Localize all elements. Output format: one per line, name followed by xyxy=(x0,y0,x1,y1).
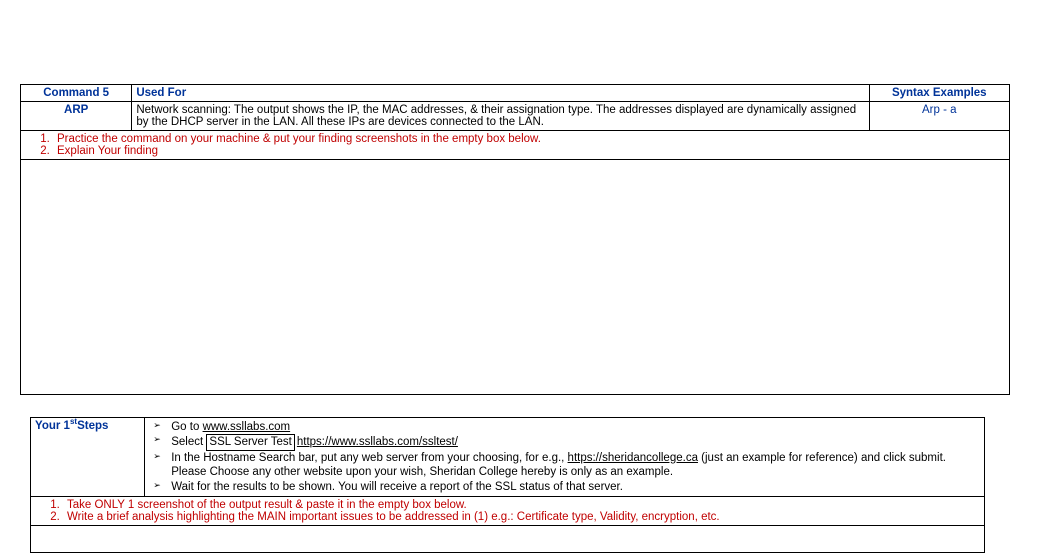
step-item: Select SSL Server Testhttps://www.ssllab… xyxy=(149,434,980,450)
step-item: Go to www.ssllabs.com xyxy=(149,420,980,434)
cell-command-name: ARP xyxy=(21,102,132,131)
table-header-row: Command 5 Used For Syntax Examples xyxy=(21,85,1010,102)
link-ssllabs[interactable]: www.ssllabs.com xyxy=(203,421,291,433)
link-sheridan[interactable]: https://sheridancollege.ca xyxy=(568,452,698,464)
table-row-instructions: Practice the command on your machine & p… xyxy=(21,131,1010,160)
instruction-item: Take ONLY 1 screenshot of the output res… xyxy=(63,499,980,511)
table-row: Your 1stSteps Go to www.ssllabs.com Sele… xyxy=(31,418,985,497)
instruction-item: Write a brief analysis highlighting the … xyxy=(63,511,980,523)
cell-instructions: Practice the command on your machine & p… xyxy=(21,131,1010,160)
cell-steps-body: Go to www.ssllabs.com Select SSL Server … xyxy=(145,418,985,497)
table-row-empty xyxy=(31,525,985,552)
instruction-item: Explain Your finding xyxy=(53,145,1005,157)
steps-list: Go to www.ssllabs.com Select SSL Server … xyxy=(149,420,980,494)
table-row-instructions: Take ONLY 1 screenshot of the output res… xyxy=(31,496,985,525)
link-ssltest[interactable]: https://www.ssllabs.com/ssltest/ xyxy=(297,436,458,448)
cell-instructions: Take ONLY 1 screenshot of the output res… xyxy=(31,496,985,525)
empty-answer-box[interactable] xyxy=(21,160,1010,395)
instruction-list: Practice the command on your machine & p… xyxy=(25,133,1005,157)
header-command: Command 5 xyxy=(21,85,132,102)
step-item: In the Hostname Search bar, put any web … xyxy=(149,451,980,480)
cell-used-for: Network scanning: The output shows the I… xyxy=(132,102,869,131)
instruction-list: Take ONLY 1 screenshot of the output res… xyxy=(35,499,980,523)
command-table: Command 5 Used For Syntax Examples ARP N… xyxy=(20,84,1010,395)
cell-syntax: Arp - a xyxy=(869,102,1009,131)
table-row: ARP Network scanning: The output shows t… xyxy=(21,102,1010,131)
boxed-ssl-server-test: SSL Server Test xyxy=(206,434,294,450)
cell-steps-label: Your 1stSteps xyxy=(31,418,145,497)
step-item: Wait for the results to be shown. You wi… xyxy=(149,480,980,494)
table-row-empty xyxy=(21,160,1010,395)
empty-answer-box[interactable] xyxy=(31,525,985,552)
header-used-for: Used For xyxy=(132,85,869,102)
steps-table: Your 1stSteps Go to www.ssllabs.com Sele… xyxy=(30,417,985,553)
instruction-item: Practice the command on your machine & p… xyxy=(53,133,1005,145)
header-syntax: Syntax Examples xyxy=(869,85,1009,102)
